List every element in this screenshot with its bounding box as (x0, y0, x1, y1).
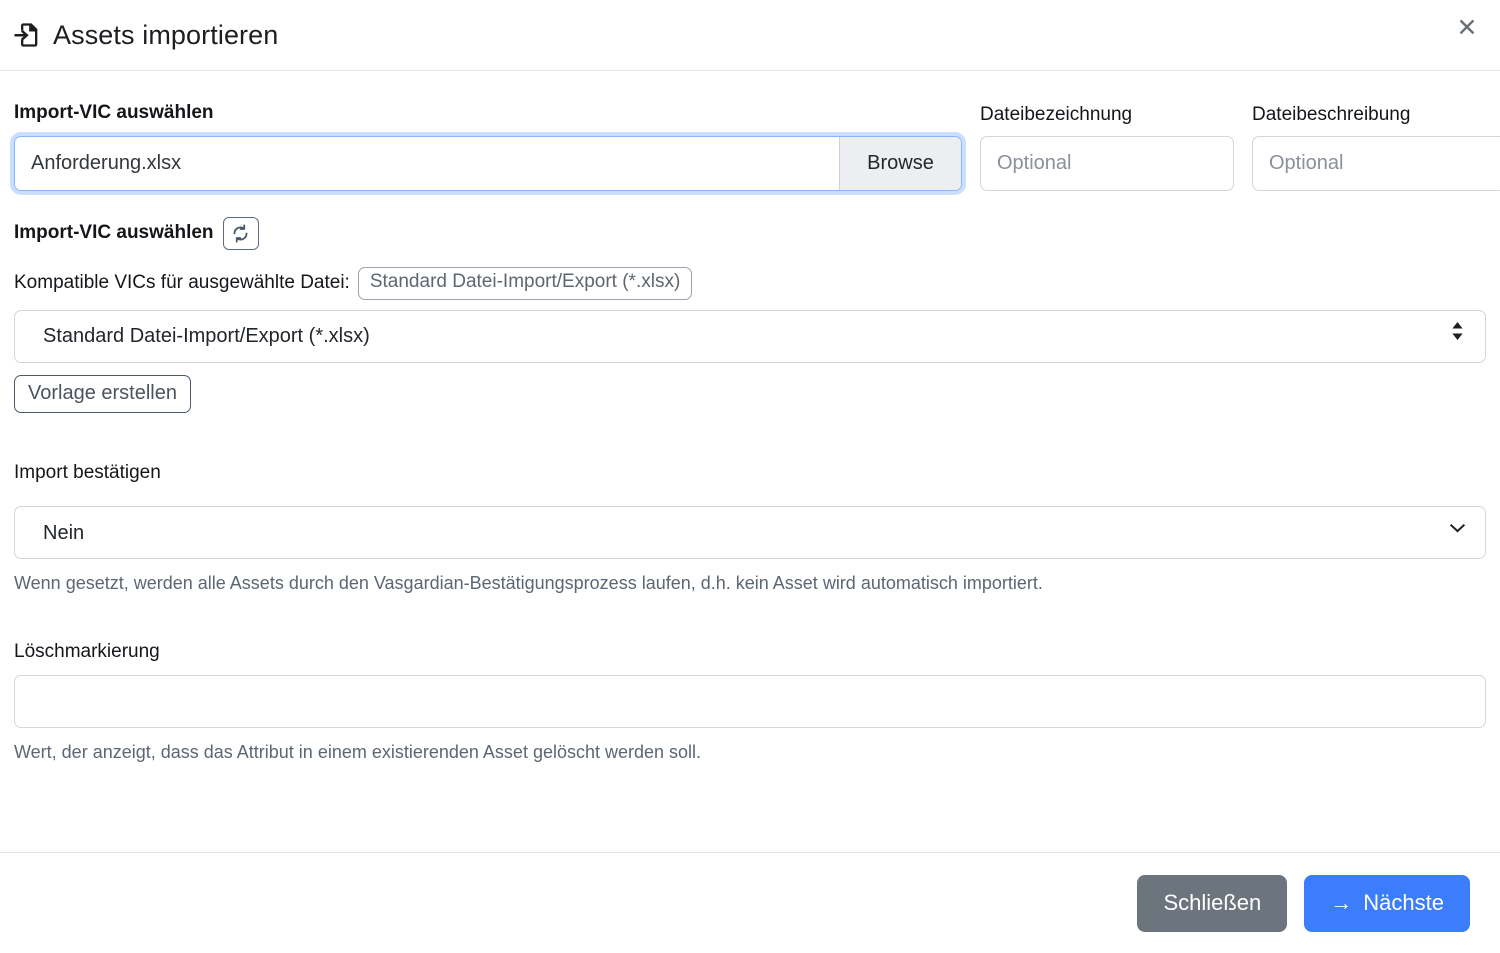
vic-header-row: Import-VIC auswählen (14, 216, 1486, 250)
delete-marker-helper: Wert, der anzeigt, dass das Attribut in … (14, 742, 702, 763)
compatible-vics-label: Kompatible VICs für ausgewählte Datei: (14, 272, 350, 294)
file-input-shell[interactable]: Browse (14, 135, 962, 191)
file-designation-input[interactable] (980, 135, 1234, 191)
modal-title-group: Assets importieren (14, 21, 278, 49)
file-name-input[interactable] (15, 136, 839, 190)
file-description-group: Dateibeschreibung (1252, 104, 1500, 191)
file-import-icon (14, 21, 42, 49)
compatible-vics-value: Standard Datei-Import/Export (*.xlsx) (357, 266, 693, 300)
confirm-import-select[interactable]: Nein (14, 506, 1486, 560)
file-picker-label: Import-VIC auswählen (14, 102, 214, 123)
create-template-button[interactable]: Vorlage erstellen (14, 374, 191, 413)
confirm-import-section: Import bestätigen Nein Wenn gesetzt, wer… (14, 461, 1486, 596)
vic-select-wrap: Standard Datei-Import/Export (*.xlsx) (14, 300, 1486, 363)
close-icon[interactable]: ✕ (1450, 11, 1484, 45)
import-assets-modal: Assets importieren ✕ Import-VIC auswähle… (0, 0, 1500, 953)
delete-marker-section: Löschmarkierung Wert, der anzeigt, dass … (14, 640, 1486, 765)
browse-button[interactable]: Browse (839, 136, 961, 190)
refresh-icon[interactable] (222, 216, 259, 250)
next-button-label: Nächste (1363, 890, 1444, 915)
next-button[interactable]: → Nächste (1304, 874, 1470, 932)
modal-footer: Schließen → Nächste (0, 852, 1500, 953)
modal-header: Assets importieren ✕ (0, 0, 1500, 71)
confirm-select-wrap: Nein (14, 496, 1486, 560)
arrow-right-icon: → (1330, 890, 1353, 915)
file-description-input[interactable] (1252, 135, 1500, 191)
confirm-import-helper: Wenn gesetzt, werden alle Assets durch d… (14, 573, 1043, 594)
vic-select[interactable]: Standard Datei-Import/Export (*.xlsx) (14, 309, 1486, 363)
modal-body: Import-VIC auswählen Browse Dateibezeich… (0, 71, 1500, 852)
delete-marker-label: Löschmarkierung (14, 640, 160, 662)
page-title: Assets importieren (53, 19, 279, 50)
vic-section-label: Import-VIC auswählen (14, 222, 214, 244)
confirm-import-label: Import bestätigen (14, 461, 161, 483)
compatible-vics-row: Kompatible VICs für ausgewählte Datei: S… (14, 266, 1486, 300)
delete-marker-input[interactable] (14, 675, 1486, 729)
file-description-label: Dateibeschreibung (1252, 103, 1411, 125)
file-picker-group: Import-VIC auswählen Browse (14, 101, 962, 191)
file-selection-row: Import-VIC auswählen Browse Dateibezeich… (14, 101, 1500, 191)
file-designation-label: Dateibezeichnung (980, 103, 1133, 125)
file-designation-group: Dateibezeichnung (980, 104, 1234, 191)
close-button[interactable]: Schließen (1137, 874, 1288, 932)
vic-selection-section: Import-VIC auswählen Kompatible VICs für… (14, 216, 1486, 413)
